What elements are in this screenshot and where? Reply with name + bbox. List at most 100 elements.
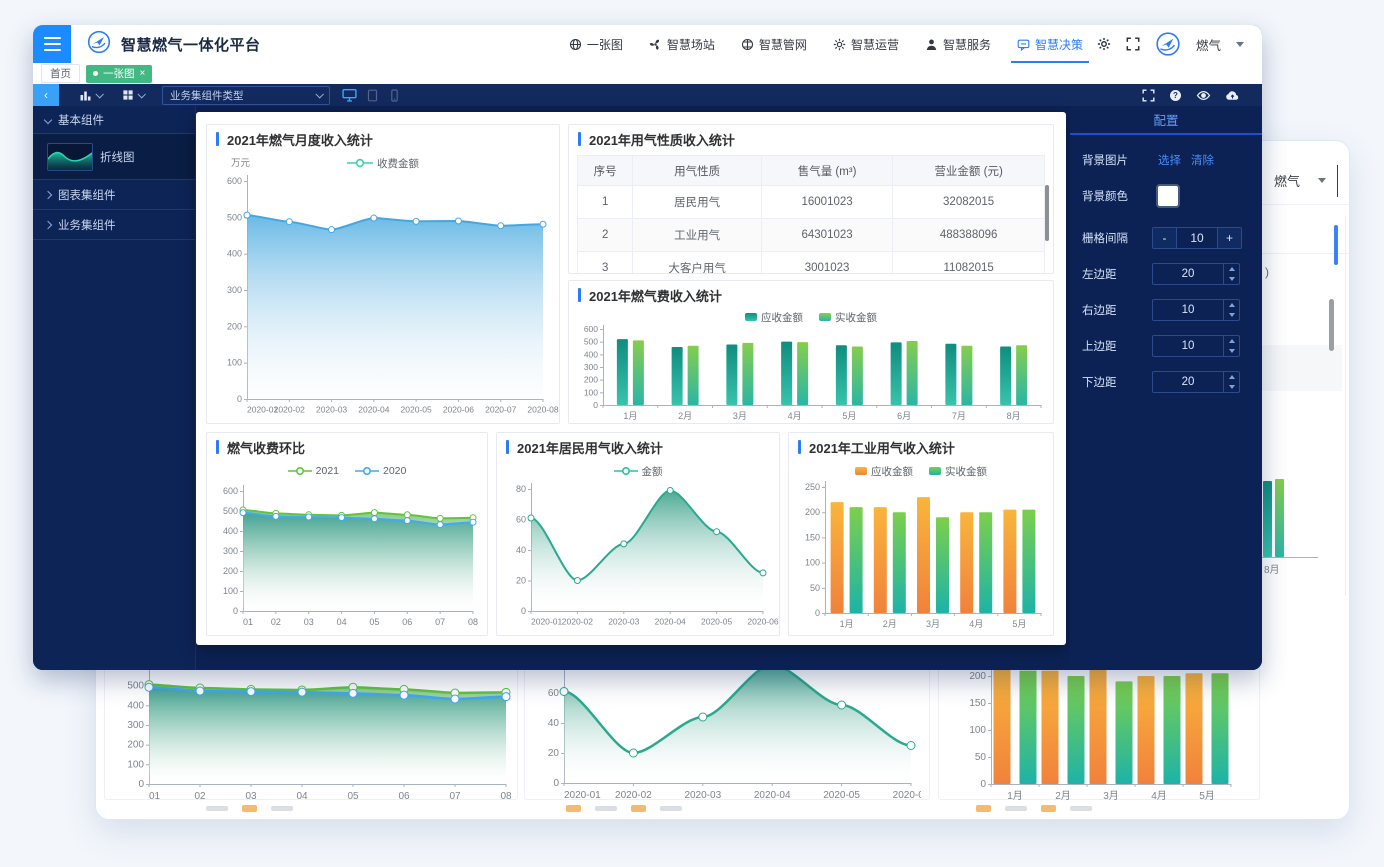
chart-components-menu[interactable] [79, 89, 102, 102]
bg-color-swatch[interactable] [1158, 186, 1178, 206]
collapse-sidebar-button[interactable]: ‹ [33, 84, 59, 106]
background-user-label: 燃气 [1274, 171, 1300, 190]
tablet-icon[interactable] [366, 89, 379, 102]
svg-text:2020-06: 2020-06 [443, 405, 474, 415]
spinner-up-button[interactable] [1224, 300, 1239, 310]
svg-text:4月: 4月 [1151, 790, 1167, 801]
hamburger-menu-button[interactable] [33, 25, 71, 63]
spinner-down-button[interactable] [1224, 274, 1239, 284]
decrement-button[interactable]: - [1153, 228, 1176, 248]
svg-text:2020-05: 2020-05 [823, 790, 860, 799]
svg-text:4月: 4月 [788, 411, 802, 421]
caret-down-icon[interactable] [1236, 42, 1244, 47]
usage-table: 序号用气性质售气量 (m³)营业金额 (元)1居民用气1600102332082… [577, 155, 1045, 274]
user-menu[interactable]: 燃气 [1196, 35, 1221, 54]
sidebar-group-chartsets[interactable]: 图表集组件 [33, 180, 195, 210]
data-point-marker [451, 695, 459, 703]
editor-toolbar: ‹ 业务集组件类型 ? [33, 84, 1262, 106]
svg-text:400: 400 [127, 700, 144, 711]
component-type-dropdown[interactable]: 业务集组件类型 [162, 86, 330, 105]
area-chart-background-residential: 0204060802020-012020-022020-032020-04202… [526, 649, 921, 799]
bg-image-clear-button[interactable]: 清除 [1191, 152, 1214, 168]
legend-item[interactable]: 金额 [614, 464, 663, 479]
grid-gap-value[interactable]: 10 [1176, 228, 1218, 248]
data-point-marker [699, 713, 707, 721]
scrollbar[interactable] [1334, 225, 1338, 265]
data-point-marker [244, 212, 250, 218]
help-icon[interactable]: ? [1169, 89, 1182, 102]
table-cell: 488388096 [893, 219, 1045, 252]
spinner-down-button[interactable] [1224, 382, 1239, 392]
table-cell: 64301023 [761, 219, 892, 252]
tab-home[interactable]: 首页 [41, 64, 80, 83]
table-header-cell: 用气性质 [633, 156, 762, 186]
table-cell: 1 [578, 186, 633, 219]
margin-right-input[interactable]: 10 [1152, 299, 1240, 321]
svg-text:60: 60 [516, 515, 526, 525]
spinner-down-button[interactable] [1224, 346, 1239, 356]
legend-item[interactable]: 实收金额 [929, 464, 987, 479]
panel-residential-income: 2021年居民用气收入统计 金额 0204060802020-012020-02… [496, 432, 780, 636]
line-chart-fee-huanbi: 01002003004005006000102030405060708 [207, 481, 487, 631]
spinner-up-button[interactable] [1224, 372, 1239, 382]
margin-top-input[interactable]: 10 [1152, 335, 1240, 357]
svg-text:08: 08 [500, 791, 512, 801]
fullscreen-icon[interactable] [1126, 37, 1140, 51]
nav-item-station[interactable]: 智慧场站 [649, 25, 715, 63]
widget-components-menu[interactable] [122, 89, 144, 101]
x-axis: 1月2月3月4月5月 [825, 613, 1041, 629]
phone-icon[interactable] [388, 89, 401, 102]
spinner-down-button[interactable] [1224, 310, 1239, 320]
sidebar-group-business[interactable]: 业务集组件 [33, 210, 195, 240]
legend-item[interactable]: 应收金额 [855, 464, 913, 479]
data-point-marker [145, 683, 153, 691]
svg-text:2月: 2月 [1055, 790, 1071, 801]
spinner-up-button[interactable] [1224, 264, 1239, 274]
panel-usage-table: 2021年用气性质收入统计 序号用气性质售气量 (m³)营业金额 (元)1居民用… [568, 124, 1054, 274]
sidebar-group-basic[interactable]: 基本组件 [33, 106, 195, 134]
margin-left-input[interactable]: 20 [1152, 263, 1240, 285]
legend-item[interactable]: 实收金额 [819, 310, 877, 325]
grid-gap-stepper: - 10 + [1152, 227, 1242, 249]
y-axis: 0100200300400500600 [584, 325, 604, 410]
scrollbar[interactable] [1329, 299, 1334, 351]
legend-line-icon [347, 158, 373, 168]
settings-gear-icon[interactable] [1097, 37, 1111, 51]
scrollbar[interactable] [1045, 185, 1049, 241]
table-row: 2工业用气64301023488388096 [578, 219, 1045, 252]
preview-eye-icon[interactable] [1196, 89, 1211, 102]
legend-item[interactable]: 2020 [355, 465, 406, 477]
svg-text:07: 07 [435, 617, 445, 627]
legend-item[interactable]: 收费金额 [347, 156, 419, 171]
nav-item-map[interactable]: 一张图 [569, 25, 623, 63]
data-point-marker [498, 223, 504, 229]
x-axis: 1月2月3月4月5月6月7月8月 [603, 405, 1041, 421]
component-sidebar: 基本组件 折线图 图表集组件 业务集组件 [33, 106, 196, 670]
svg-text:2020-04: 2020-04 [754, 790, 791, 799]
svg-text:400: 400 [223, 526, 238, 536]
legend-item[interactable]: 2021 [288, 465, 339, 477]
nav-item-pipeline[interactable]: 智慧管网 [741, 25, 807, 63]
background-user-menu[interactable]: 燃气 [1274, 171, 1326, 190]
legend-item[interactable]: 应收金额 [745, 310, 803, 325]
table-header-cell: 营业金额 (元) [893, 156, 1045, 186]
config-row-margin-top: 上边距 10 [1082, 335, 1252, 357]
x-axis: 2020-012020-022020-032020-042020-052020-… [247, 399, 559, 415]
sidebar-item-line-chart[interactable]: 折线图 [33, 134, 195, 180]
fullscreen-icon[interactable] [1142, 89, 1155, 102]
nav-item-decision[interactable]: 智慧决策 [1017, 25, 1083, 63]
bg-image-select-button[interactable]: 选择 [1158, 152, 1181, 168]
cloud-upload-icon[interactable] [1225, 89, 1240, 102]
svg-text:05: 05 [347, 791, 359, 801]
y-axis: 020406080 [516, 483, 532, 616]
tab-active[interactable]: 一张图 × [86, 65, 152, 83]
close-icon[interactable]: × [140, 69, 146, 79]
series-area [247, 215, 543, 399]
monitor-icon[interactable] [342, 88, 357, 102]
nav-item-service[interactable]: 智慧服务 [925, 25, 991, 63]
margin-bottom-input[interactable]: 20 [1152, 371, 1240, 393]
nav-item-operations[interactable]: 智慧运营 [833, 25, 899, 63]
increment-button[interactable]: + [1218, 228, 1241, 248]
config-row-margin-right: 右边距 10 [1082, 299, 1252, 321]
spinner-up-button[interactable] [1224, 336, 1239, 346]
